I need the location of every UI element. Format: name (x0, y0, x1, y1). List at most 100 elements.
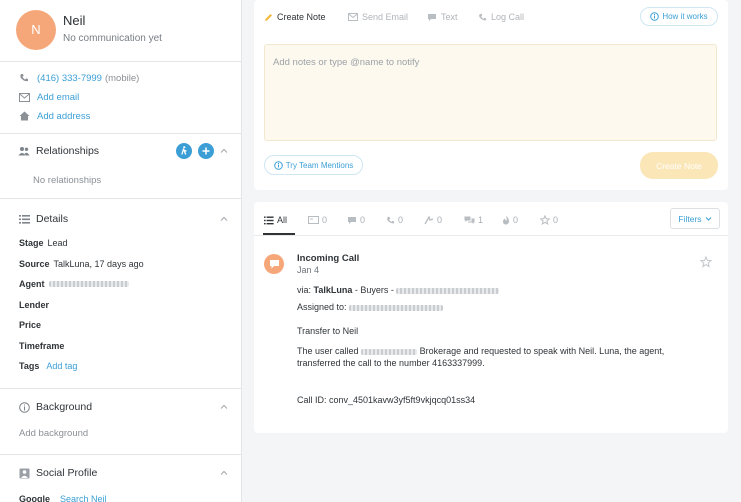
activity-message-line2: transferred the call to the number 41633… (297, 358, 485, 368)
feed-tab-label: 0 (437, 215, 443, 225)
how-it-works-button[interactable]: How it works (640, 7, 718, 26)
email-row[interactable]: Add email (18, 90, 79, 104)
feed-tab-notes[interactable]: 1 (464, 213, 483, 227)
feed-tab-label: 0 (360, 215, 366, 225)
contact-name[interactable]: Neil (63, 13, 85, 28)
feed-tab-label: 1 (478, 215, 484, 225)
team-mentions-label: Try Team Mentions (285, 160, 354, 170)
background-header[interactable]: Background (18, 400, 92, 414)
comments-icon (464, 216, 475, 225)
person-walk-icon (181, 146, 187, 155)
link-relationship-button[interactable] (176, 143, 192, 159)
timeframe-label: Timeframe (19, 341, 65, 351)
profile-icon (18, 467, 30, 479)
source-label: Source (19, 259, 50, 269)
feed-tab-emails[interactable]: 0 (308, 213, 327, 227)
price-label: Price (19, 320, 42, 330)
people-icon (18, 145, 30, 157)
tab-label: Log Call (491, 12, 525, 22)
via-source: TalkLuna (313, 285, 353, 295)
tags-row[interactable]: Tags Add tag (19, 360, 77, 372)
note-placeholder: Add notes or type @name to notify (273, 57, 420, 68)
pencil-icon (264, 13, 273, 22)
feed-tab-label: 0 (513, 215, 519, 225)
details-header[interactable]: Details (18, 212, 68, 226)
add-relationship-button[interactable] (198, 143, 214, 159)
tab-label: Text (441, 12, 458, 22)
phone-row[interactable]: (416) 333-7999 (mobile) (18, 71, 139, 85)
star-icon[interactable] (700, 256, 712, 268)
divider (254, 235, 728, 236)
composer-card: Create Note Send Email Text Log Call How… (254, 0, 728, 190)
add-tag-link[interactable]: Add tag (46, 361, 77, 371)
email-icon (348, 13, 358, 21)
feed-tab-all[interactable]: All (264, 213, 287, 227)
contact-sidebar: N Neil No communication yet (416) 333-79… (0, 0, 242, 502)
activity-assigned: Assigned to: (297, 302, 444, 312)
search-google-link[interactable]: Search Neil (60, 494, 107, 502)
note-textarea[interactable]: Add notes or type @name to notify (264, 44, 717, 141)
feed-tab-appointments[interactable]: 0 (424, 213, 442, 227)
activity-date: Jan 4 (297, 265, 320, 275)
feed-tab-texts[interactable]: 0 (347, 213, 365, 227)
relationships-empty: No relationships (33, 175, 102, 186)
redacted-text (361, 348, 418, 355)
chat-icon (427, 13, 437, 22)
timeframe-row[interactable]: Timeframe (19, 340, 68, 352)
plus-icon (202, 147, 210, 155)
contact-status: No communication yet (63, 33, 162, 44)
tab-log-call[interactable]: Log Call (478, 10, 524, 24)
team-mentions-button[interactable]: Try Team Mentions (264, 155, 363, 175)
create-note-button[interactable]: Create Note (640, 152, 718, 179)
feed-tab-calls[interactable]: 0 (386, 213, 403, 227)
agent-value-redacted[interactable] (48, 281, 129, 287)
add-email-link[interactable]: Add email (37, 92, 79, 103)
chevron-up-icon[interactable] (219, 402, 229, 412)
avatar[interactable]: N (16, 10, 56, 50)
feed-tab-label: 0 (398, 215, 404, 225)
price-row[interactable]: Price (19, 319, 45, 331)
source-value[interactable]: TalkLuna, 17 days ago (54, 259, 144, 269)
agent-row[interactable]: Agent (19, 278, 129, 290)
chevron-up-icon[interactable] (219, 146, 229, 156)
filters-button[interactable]: Filters (670, 208, 720, 229)
via-rest: - Buyers - (354, 285, 394, 295)
help-icon (650, 12, 660, 21)
info-icon (18, 401, 30, 413)
phone-type: (mobile) (104, 72, 140, 84)
redacted-text (349, 304, 444, 311)
chevron-up-icon[interactable] (219, 214, 229, 224)
list-icon (18, 213, 30, 225)
tab-text[interactable]: Text (427, 10, 458, 24)
stage-value[interactable]: Lead (48, 238, 68, 248)
agent-label: Agent (19, 279, 45, 289)
message-start: The user called (297, 346, 359, 356)
tab-create-note[interactable]: Create Note (264, 10, 326, 24)
activity-title: Incoming Call (297, 253, 360, 264)
feed-tab-label: 0 (553, 215, 559, 225)
assigned-label: Assigned to: (297, 302, 347, 312)
address-row[interactable]: Add address (18, 109, 90, 123)
background-title: Background (36, 401, 93, 413)
filters-label: Filters (678, 213, 702, 224)
tab-send-email[interactable]: Send Email (348, 10, 408, 24)
activity-call-id[interactable]: Call ID: conv_4501kavw3yf5ft9vkjqcq01ss3… (297, 395, 475, 405)
relationships-header[interactable]: Relationships (18, 144, 99, 158)
phone-number[interactable]: (416) 333-7999 (37, 73, 102, 84)
divider (0, 198, 241, 199)
social-header[interactable]: Social Profile (18, 466, 97, 480)
source-row[interactable]: Source TalkLuna, 17 days ago (19, 258, 144, 270)
chevron-up-icon[interactable] (219, 468, 229, 478)
feed-tab-starred[interactable]: 0 (540, 213, 558, 227)
phone-icon (478, 13, 487, 22)
background-input[interactable]: Add background (19, 428, 88, 439)
divider (0, 133, 241, 134)
stage-row[interactable]: Stage Lead (19, 237, 68, 249)
star-icon (540, 215, 550, 225)
google-row[interactable]: Google Search Neil (19, 493, 107, 502)
add-address-link[interactable]: Add address (37, 111, 90, 122)
incoming-call-icon (264, 254, 284, 274)
activity-via: via: TalkLuna - Buyers - (297, 285, 500, 295)
feed-tab-events[interactable]: 0 (502, 213, 518, 227)
lender-row[interactable]: Lender (19, 299, 53, 311)
